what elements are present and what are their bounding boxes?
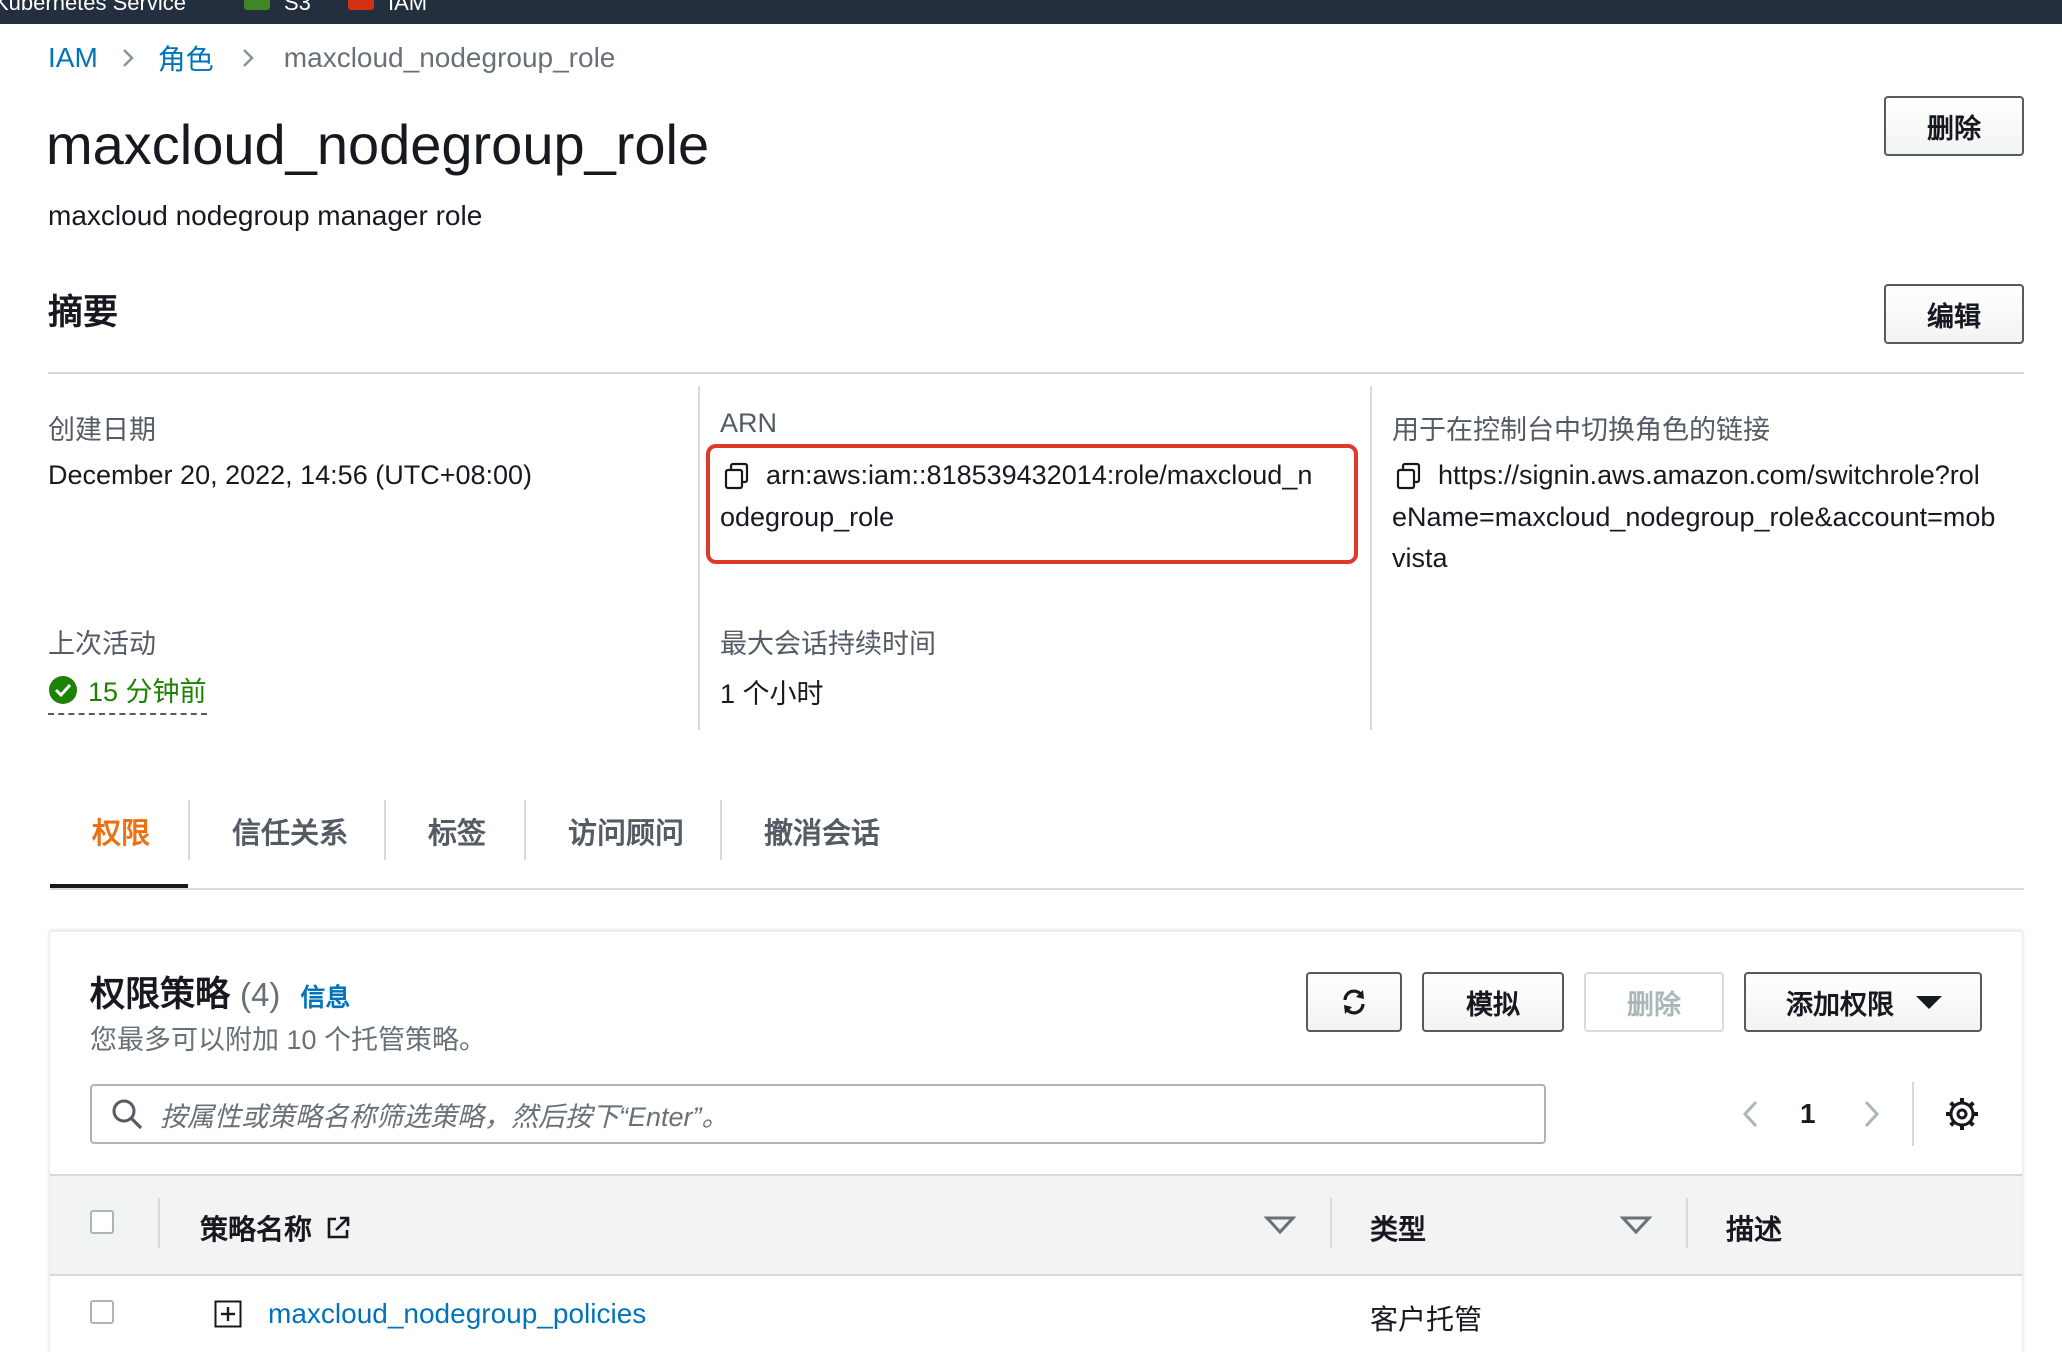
delete-policy-button[interactable]: 删除 (1584, 972, 1724, 1032)
header-divider (1686, 1198, 1688, 1248)
policy-type: 客户托管 (1370, 1304, 1483, 1335)
column-divider (698, 386, 700, 730)
next-page-icon[interactable] (1856, 1096, 1886, 1132)
external-link-icon (327, 1216, 350, 1239)
copy-icon[interactable] (722, 461, 752, 491)
refresh-button[interactable] (1306, 972, 1402, 1032)
tab-tags[interactable]: 标签 (428, 810, 486, 852)
pagination-divider (1912, 1082, 1914, 1146)
tab-separator (188, 800, 190, 860)
caret-down-icon (1916, 996, 1942, 1009)
breadcrumb-current: maxcloud_nodegroup_role (283, 42, 616, 73)
column-divider (1370, 386, 1372, 730)
tab-revoke-sessions[interactable]: 撤消会话 (764, 810, 880, 852)
page-title: maxcloud_nodegroup_role (46, 113, 710, 176)
row-checkbox[interactable] (90, 1300, 114, 1324)
last-activity-value[interactable]: 15 分钟前 (48, 670, 207, 715)
header-divider (1330, 1198, 1332, 1248)
iam-service-icon[interactable] (348, 0, 374, 10)
column-header-type[interactable]: 类型 (1370, 1208, 1426, 1248)
sort-caret-down-icon[interactable] (1620, 1214, 1652, 1238)
created-date-label: 创建日期 (48, 415, 156, 445)
add-permissions-button[interactable]: 添加权限 (1744, 972, 1982, 1032)
top-navigation-bar: Kubernetes Service S3 IAM (0, 0, 2062, 24)
summary-divider (48, 372, 2024, 374)
s3-service-icon[interactable] (244, 0, 270, 10)
nav-item-iam[interactable]: IAM (388, 0, 427, 16)
switch-role-link-line1: https://signin.aws.amazon.com/switchrole… (1394, 460, 1980, 491)
created-date-value: December 20, 2022, 14:56 (UTC+08:00) (48, 460, 533, 490)
switch-role-url-part3: vista (1392, 543, 1448, 573)
switch-role-url-part1: https://signin.aws.amazon.com/switchrole… (1438, 460, 1980, 490)
tab-separator (720, 800, 722, 860)
max-session-label: 最大会话持续时间 (720, 629, 936, 659)
select-all-checkbox[interactable] (90, 1210, 114, 1234)
tab-access-advisor[interactable]: 访问顾问 (568, 810, 684, 852)
policy-count: (4) (240, 976, 281, 1013)
edit-button[interactable]: 编辑 (1884, 284, 2024, 344)
header-divider (158, 1198, 160, 1248)
column-header-description[interactable]: 描述 (1726, 1208, 1782, 1248)
last-activity-text: 15 分钟前 (88, 677, 207, 707)
breadcrumb-roles-link[interactable]: 角色 (158, 38, 214, 78)
refresh-icon (1343, 989, 1365, 1015)
policy-name-link[interactable]: maxcloud_nodegroup_policies (268, 1298, 646, 1330)
column-policy-name-label: 策略名称 (200, 1214, 313, 1245)
add-permissions-label: 添加权限 (1786, 989, 1894, 1020)
success-check-icon (49, 675, 77, 704)
search-icon (112, 1099, 143, 1130)
nav-item-kubernetes[interactable]: Kubernetes Service (0, 0, 186, 16)
permissions-title-row: 权限策略 (4) 信息 (90, 966, 350, 1017)
permissions-title: 权限策略 (90, 975, 231, 1014)
breadcrumb: IAM 角色 maxcloud_nodegroup_role (48, 40, 615, 76)
max-session-value: 1 个小时 (720, 679, 824, 709)
previous-page-icon[interactable] (1736, 1096, 1766, 1132)
arn-value-line1: arn:aws:iam::818539432014:role/maxcloud_… (722, 460, 1312, 491)
tab-separator (524, 800, 526, 860)
summary-heading: 摘要 (48, 293, 119, 332)
switch-role-link-label: 用于在控制台中切换角色的链接 (1392, 415, 1770, 445)
column-header-policy-name[interactable]: 策略名称 (200, 1208, 352, 1248)
tab-permissions[interactable]: 权限 (92, 810, 150, 852)
role-description: maxcloud nodegroup manager role (48, 200, 483, 231)
chevron-right-icon (122, 49, 134, 67)
simulate-button[interactable]: 模拟 (1422, 972, 1564, 1032)
switch-role-url-part2: eName=maxcloud_nodegroup_role&account=mo… (1392, 502, 1996, 532)
breadcrumb-iam-link[interactable]: IAM (48, 42, 98, 74)
arn-label: ARN (720, 408, 778, 438)
tab-separator (384, 800, 386, 860)
tab-trust-relationships[interactable]: 信任关系 (232, 810, 348, 852)
arn-text-part2: odegroup_role (720, 502, 895, 532)
last-activity-label: 上次活动 (48, 629, 156, 659)
chevron-right-icon (242, 49, 254, 67)
copy-icon[interactable] (1394, 461, 1424, 491)
settings-gear-icon[interactable] (1944, 1096, 1980, 1132)
tabs-bottom-border (50, 888, 2024, 890)
nav-item-s3[interactable]: S3 (284, 0, 311, 16)
current-page-number[interactable]: 1 (1800, 1098, 1816, 1130)
policy-search-input[interactable]: 按属性或策略名称筛选策略，然后按下“Enter”。 (90, 1084, 1546, 1144)
info-link[interactable]: 信息 (300, 978, 350, 1014)
sort-caret-down-icon[interactable] (1264, 1214, 1296, 1238)
delete-role-button[interactable]: 删除 (1884, 96, 2024, 156)
arn-text-part1: arn:aws:iam::818539432014:role/maxcloud_… (766, 460, 1313, 490)
expand-plus-icon[interactable] (214, 1300, 242, 1328)
search-placeholder: 按属性或策略名称筛选策略，然后按下“Enter”。 (160, 1101, 729, 1132)
permissions-subtitle: 您最多可以附加 10 个托管策略。 (90, 1025, 487, 1055)
